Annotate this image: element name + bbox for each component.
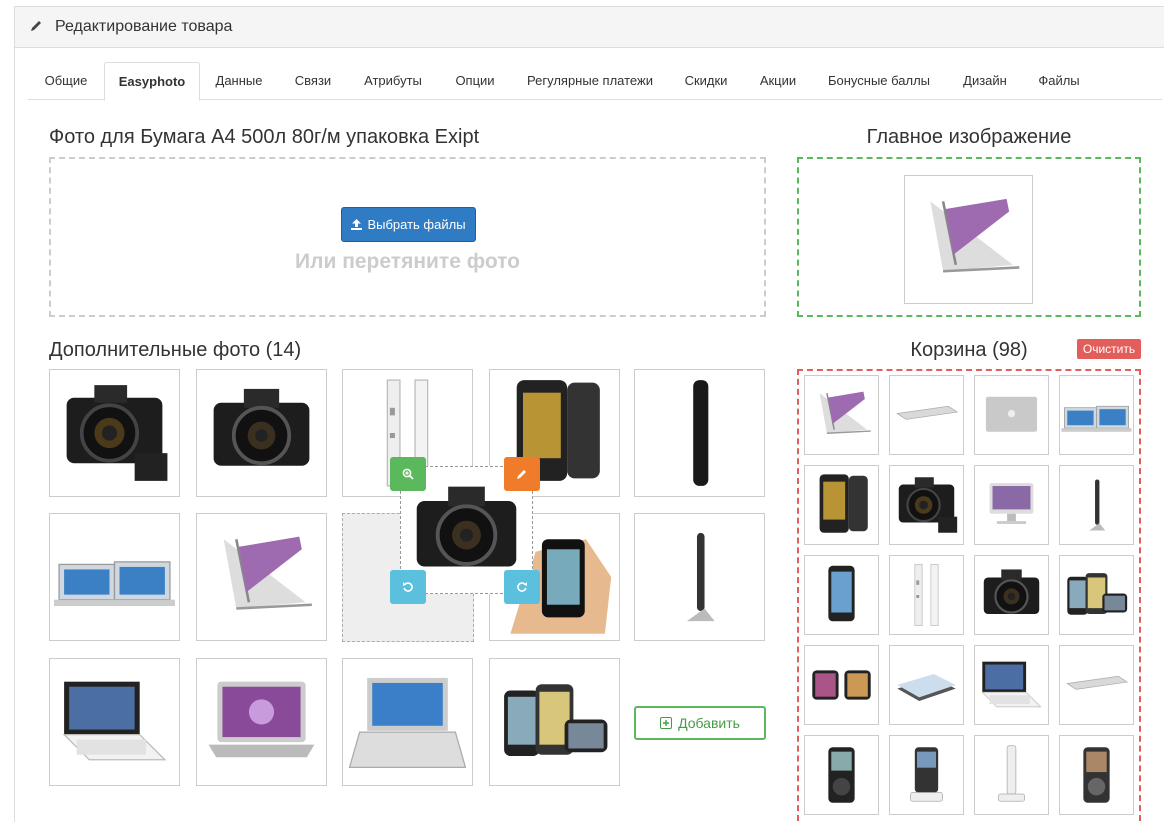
zoom-in-icon [402, 468, 414, 480]
tab-easyphoto[interactable]: Easyphoto [104, 62, 200, 101]
tab-attributes[interactable]: Атрибуты [346, 62, 440, 99]
main-image-title: Главное изображение [866, 126, 1072, 148]
panel-header: Редактирование товара [15, 7, 1164, 48]
product-photo [1061, 405, 1132, 432]
rotate-right-button[interactable] [504, 570, 540, 604]
product-photo [693, 380, 709, 486]
product-photo [1067, 573, 1128, 615]
upload-icon [351, 219, 363, 230]
product-photo [1089, 479, 1106, 531]
clear-basket-button[interactable]: Очистить [1077, 339, 1141, 359]
edit-photo-button[interactable] [504, 457, 540, 491]
basket-thumbnail[interactable] [804, 465, 879, 545]
tab-general[interactable]: Общие [28, 62, 104, 99]
product-photo [828, 747, 855, 803]
product-photo [504, 684, 608, 757]
rotate-left-icon [403, 582, 413, 592]
product-photo [62, 681, 167, 761]
product-photo [213, 388, 310, 466]
basket-thumbnail[interactable] [889, 555, 964, 635]
photo-thumbnail[interactable] [49, 513, 180, 641]
product-photo [896, 405, 959, 420]
basket-thumbnail[interactable] [974, 465, 1049, 545]
basket-thumbnail[interactable] [889, 645, 964, 725]
basket-thumbnail[interactable] [974, 735, 1049, 815]
upload-title: Фото для Бумага А4 500л 80г/м упаковка E… [49, 126, 480, 148]
photo-thumbnail[interactable] [342, 658, 473, 786]
basket-thumbnail[interactable] [1059, 645, 1134, 725]
photo-thumbnail[interactable] [489, 658, 620, 786]
tab-links[interactable]: Связи [280, 62, 346, 99]
photo-thumbnail[interactable] [49, 658, 180, 786]
product-photo [1066, 675, 1129, 690]
tab-reward-points[interactable]: Бонусные баллы [814, 62, 944, 99]
tab-discounts[interactable]: Скидки [670, 62, 742, 99]
main-image-thumbnail[interactable] [904, 175, 1033, 304]
photo-thumbnail[interactable] [196, 513, 327, 641]
product-photo [828, 565, 855, 622]
tab-data[interactable]: Данные [198, 62, 280, 99]
product-photo [812, 670, 871, 700]
photo-thumbnail[interactable] [196, 658, 327, 786]
product-photo [819, 391, 871, 434]
rotate-right-icon [517, 582, 527, 592]
pencil-icon [517, 470, 526, 479]
basket-thumbnail[interactable] [804, 735, 879, 815]
product-photo [819, 474, 868, 533]
product-photo [686, 532, 715, 622]
product-photo [223, 536, 312, 610]
photo-thumbnail[interactable] [49, 369, 180, 497]
tab-recurring[interactable]: Регулярные платежи [510, 62, 670, 99]
product-photo [66, 385, 168, 481]
product-photo [985, 396, 1038, 432]
basket-thumbnail[interactable] [804, 645, 879, 725]
tab-options[interactable]: Опции [440, 62, 510, 99]
product-photo [997, 745, 1026, 802]
additional-photos-title: Дополнительные фото (14) [49, 339, 302, 361]
zoom-button[interactable] [390, 457, 426, 491]
rotate-left-button[interactable] [390, 570, 426, 604]
product-photo [1083, 747, 1110, 803]
basket-thumbnail[interactable] [974, 555, 1049, 635]
basket-thumbnail[interactable] [1059, 735, 1134, 815]
basket-thumbnail[interactable] [1059, 375, 1134, 455]
choose-files-button[interactable]: Выбрать файлы [341, 207, 476, 242]
basket-thumbnail[interactable] [889, 465, 964, 545]
product-photo [930, 198, 1020, 273]
add-photo-button[interactable]: Добавить [634, 706, 766, 740]
drop-hint: Или перетяните фото [295, 250, 520, 273]
product-photo [914, 563, 939, 627]
basket-thumbnail[interactable] [1059, 555, 1134, 635]
photo-thumbnail[interactable] [634, 369, 765, 497]
basket-thumbnail[interactable] [974, 645, 1049, 725]
product-photo [54, 561, 175, 606]
basket-thumbnail[interactable] [1059, 465, 1134, 545]
tab-design[interactable]: Дизайн [944, 62, 1026, 99]
product-photo [898, 477, 958, 533]
basket-thumbnail[interactable] [974, 375, 1049, 455]
basket-thumbnail[interactable] [804, 375, 879, 455]
tab-bar: Общие Easyphoto Данные Связи Атрибуты Оп… [28, 62, 1162, 101]
panel-title: Редактирование товара [55, 18, 233, 35]
product-photo [208, 681, 315, 758]
product-photo [989, 483, 1034, 524]
pencil-icon [31, 21, 41, 31]
basket-thumbnail[interactable] [889, 735, 964, 815]
photo-thumbnail[interactable] [634, 513, 765, 641]
tab-files[interactable]: Файлы [1026, 62, 1092, 99]
plus-square-icon [660, 717, 673, 729]
product-photo [348, 677, 467, 768]
product-photo [981, 661, 1042, 708]
product-photo [897, 674, 956, 702]
add-photo-label: Добавить [678, 715, 740, 731]
choose-files-label: Выбрать файлы [367, 217, 466, 232]
product-photo [910, 747, 943, 802]
product-photo [983, 569, 1040, 614]
photo-thumbnail[interactable] [196, 369, 327, 497]
basket-thumbnail[interactable] [889, 375, 964, 455]
tab-specials[interactable]: Акции [742, 62, 814, 99]
basket-thumbnail[interactable] [804, 555, 879, 635]
